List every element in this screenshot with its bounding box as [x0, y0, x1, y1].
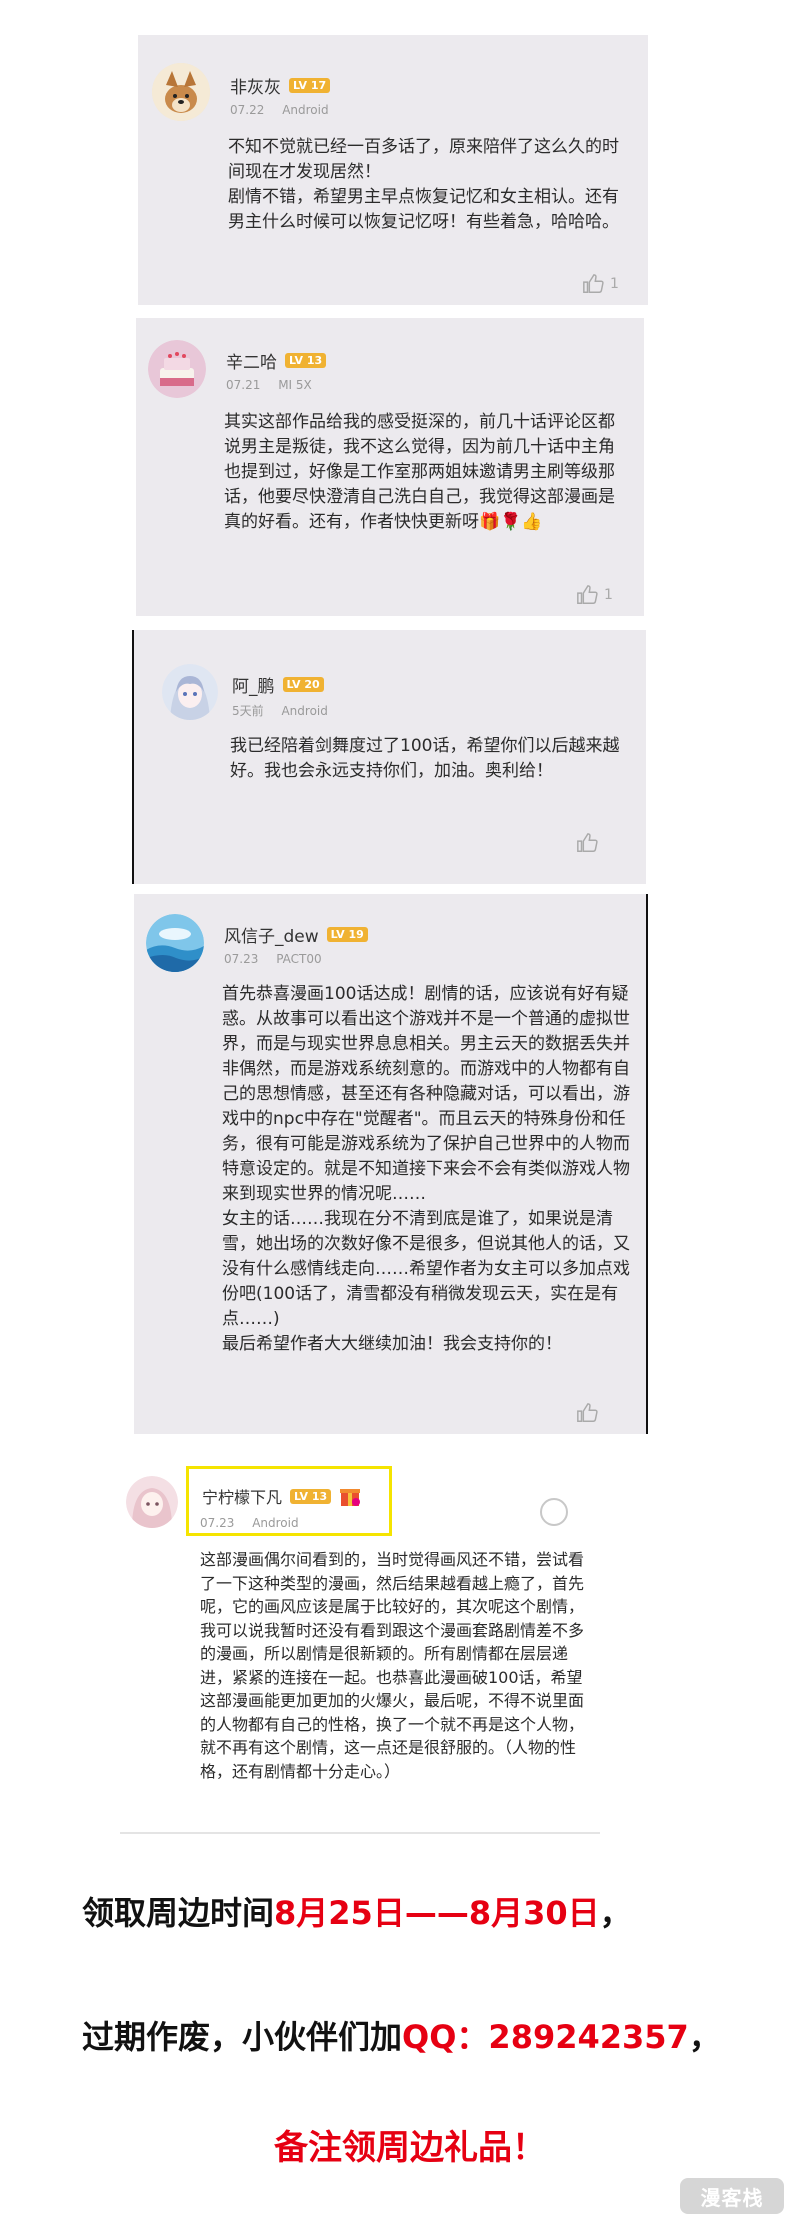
divider-line: [646, 894, 648, 1434]
comment-text: 不知不觉就已经一百多话了，原来陪伴了这么久的时间现在才发现居然！ 剧情不错，希望…: [228, 137, 619, 232]
avatar[interactable]: [162, 664, 218, 720]
watermark-logo: 漫客栈: [680, 2178, 784, 2214]
gift-icon: [340, 1489, 361, 1506]
divider: [120, 1832, 600, 1834]
comment-text: 这部漫画偶尔间看到的，当时觉得画风还不错，尝试看了一下这种类型的漫画，然后结果越…: [200, 1550, 585, 1781]
level-badge: LV 13: [285, 353, 327, 368]
promo-line-1: 领取周边时间8月25日——8月30日，: [0, 1888, 800, 1934]
comment-date: 07.23: [224, 952, 259, 966]
avatar[interactable]: [126, 1476, 178, 1528]
comment-card-4: 风信子_dew LV 19 07.23 PACT00 首先恭喜漫画100话达成！…: [134, 894, 646, 1434]
username-text[interactable]: 辛二哈: [226, 348, 277, 373]
thumbs-up-icon: [577, 1403, 598, 1422]
comment-date: 07.22: [230, 103, 265, 117]
loading-circle-icon: [540, 1498, 568, 1526]
promo-line-2-suffix: ，: [688, 2018, 721, 2056]
comment-device: MI 5X: [278, 378, 312, 392]
level-badge: LV 13: [290, 1488, 332, 1504]
promo-line-2-qq: QQ：289242357: [402, 2018, 689, 2056]
like-button[interactable]: [576, 832, 604, 854]
avatar[interactable]: [152, 63, 210, 121]
username[interactable]: 非灰灰 LV 17: [230, 73, 331, 98]
promo-line-2-prefix: 过期作废，小伙伴们加: [82, 2018, 403, 2056]
promo-line-1-dates: 8月25日——8月30日: [274, 1894, 600, 1932]
watermark-text: 漫客栈: [700, 2185, 764, 2210]
thumbs-up-icon: [577, 585, 598, 604]
comment-text: 我已经陪着剑舞度过了100话，希望你们以后越来越好。我也会永远支持你们，加油。奥…: [230, 736, 620, 781]
comment-meta: 07.22 Android: [230, 103, 329, 117]
promo-line-1-prefix: 领取周边时间: [82, 1894, 275, 1932]
like-count: 1: [604, 587, 613, 603]
comment-device: Android: [252, 1516, 299, 1530]
avatar[interactable]: [148, 340, 206, 398]
comment-card-3: 阿_鹏 LV 20 5天前 Android 我已经陪着剑舞度过了100话，希望你…: [134, 630, 646, 884]
username[interactable]: 风信子_dew LV 19: [224, 922, 368, 947]
comment-meta: 5天前 Android: [232, 702, 328, 719]
promo-line-1-suffix: ，: [599, 1894, 632, 1932]
username[interactable]: 阿_鹏 LV 20: [232, 672, 324, 697]
comment-device: PACT00: [276, 952, 322, 966]
comment-date: 07.23: [200, 1516, 235, 1530]
promo-line-3-text: 备注领周边礼品！: [274, 2128, 546, 2168]
level-badge: LV 20: [282, 677, 324, 692]
level-badge: LV 17: [289, 78, 331, 93]
like-count: 1: [610, 276, 619, 292]
comment-date: 07.21: [226, 378, 261, 392]
like-button[interactable]: 1: [582, 273, 619, 295]
like-button[interactable]: 1: [576, 584, 613, 606]
promo-line-3: 备注领周边礼品！: [0, 2120, 800, 2169]
username-text[interactable]: 阿_鹏: [232, 672, 275, 697]
avatar[interactable]: [146, 914, 204, 972]
username-text[interactable]: 宁柠檬下凡: [202, 1484, 282, 1508]
comment-card-5: 宁柠檬下凡 LV 13 07.23 Android 这部漫画偶尔间看到的，当时觉…: [120, 1440, 600, 1840]
promo-line-2: 过期作废，小伙伴们加QQ：289242357，: [0, 2012, 800, 2058]
thumbs-up-icon: [583, 274, 604, 293]
comment-meta: 07.23 Android: [200, 1516, 299, 1530]
level-badge: LV 19: [326, 927, 368, 942]
comment-meta: 07.23 PACT00: [224, 952, 322, 966]
comment-date: 5天前: [232, 704, 264, 718]
username-text[interactable]: 风信子_dew: [224, 922, 319, 947]
comment-meta: 07.21 MI 5X: [226, 378, 312, 392]
username[interactable]: 辛二哈 LV 13: [226, 348, 327, 373]
comment-card-2: 辛二哈 LV 13 07.21 MI 5X 其实这部作品给我的感受挺深的，前几十…: [136, 318, 644, 616]
username-text[interactable]: 非灰灰: [230, 73, 281, 98]
username[interactable]: 宁柠檬下凡 LV 13: [202, 1484, 361, 1508]
like-button[interactable]: [576, 1402, 604, 1424]
comment-text: 首先恭喜漫画100话达成！剧情的话，应该说有好有疑惑。从故事可以看出这个游戏并不…: [222, 984, 630, 1354]
comment-device: Android: [282, 103, 329, 117]
thumbs-up-icon: [577, 833, 598, 852]
comment-card-1: 非灰灰 LV 17 07.22 Android 不知不觉就已经一百多话了，原来陪…: [138, 35, 648, 305]
comment-text: 其实这部作品给我的感受挺深的，前几十话评论区都说男主是叛徒，我不这么觉得，因为前…: [224, 412, 615, 532]
comment-device: Android: [281, 704, 328, 718]
